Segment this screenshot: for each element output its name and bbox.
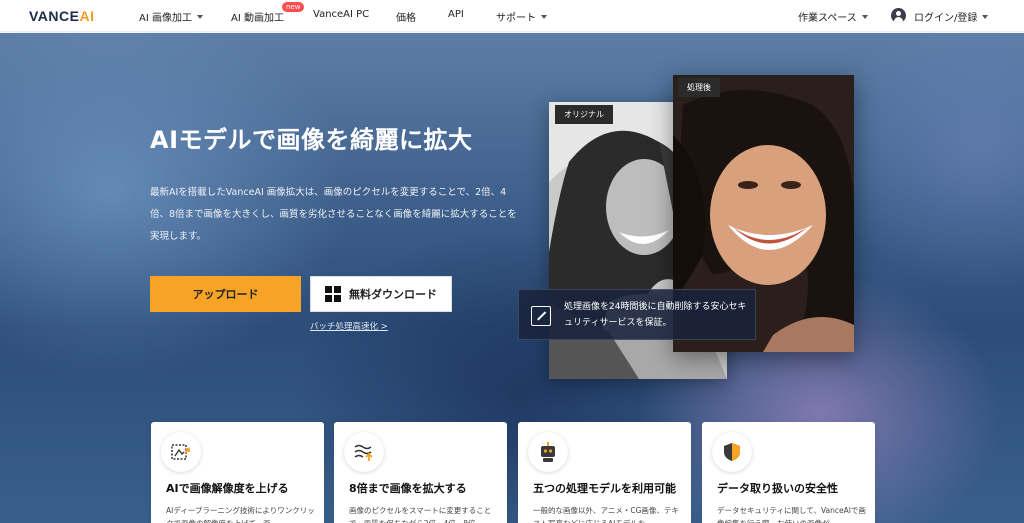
shield-icon — [712, 432, 752, 472]
nav-label: 作業スペース — [798, 13, 857, 24]
nav-item-workspace[interactable]: 作業スペース — [798, 9, 868, 24]
feature-desc: 一般的な画像以外、アニメ・CG画像、テキスト写真などに応じるAIモデルを — [533, 506, 679, 523]
feature-card-resolution[interactable]: AIで画像解像度を上げる AIディープラーニング技術によりワンクリックで画像の解… — [151, 422, 324, 523]
nav-label: サポート — [496, 13, 536, 24]
nav-item-vanceai-pc[interactable]: VanceAI PC — [313, 9, 369, 20]
feature-title: 8倍まで画像を拡大する — [349, 482, 467, 495]
nav-label: AI 動画加工 — [231, 13, 284, 24]
feature-desc: AIディープラーニング技術によりワンクリックで画像の解像度を上げて、画 — [166, 506, 315, 523]
original-tag: オリジナル — [555, 105, 613, 124]
nav-item-pricing[interactable]: 価格 — [396, 9, 416, 24]
logo-text: VANCE — [29, 8, 80, 24]
logo-ai-text: AI — [79, 8, 95, 24]
nav-item-image-editing[interactable]: AI 画像加工 — [139, 9, 203, 24]
nav-item-video-editing[interactable]: AI 動画加工 — [231, 9, 284, 24]
chevron-down-icon — [861, 15, 868, 19]
nav-label: API — [448, 9, 464, 20]
top-nav: VANCEAI AI 画像加工 AI 動画加工 new VanceAI PC 価… — [0, 0, 1024, 32]
hero-description: 最新AIを搭載したVanceAI 画像拡大は、画像のピクセルを変更することで、2… — [150, 187, 517, 242]
nav-label: VanceAI PC — [313, 9, 370, 20]
download-label: 無料ダウンロード — [349, 289, 437, 301]
security-text: 処理画像を24時間後に自動削除する安心セキュリティサービスを保証。 — [564, 302, 747, 328]
feature-card-upscale[interactable]: 8倍まで画像を拡大する 画像のピクセルをスマートに変更することで、画質を保ちなが… — [334, 422, 507, 523]
vanceai-logo[interactable]: VANCEAI — [29, 8, 94, 24]
batch-processing-link[interactable]: バッチ処理高速化 > — [310, 320, 388, 332]
chevron-down-icon — [982, 15, 989, 19]
nav-label: 価格 — [396, 13, 416, 24]
free-download-button[interactable]: 無料ダウンロード — [310, 276, 452, 312]
new-badge: new — [282, 2, 305, 12]
feature-title: データ取り扱いの安全性 — [717, 482, 838, 495]
feature-title: 五つの処理モデルを利用可能 — [533, 482, 676, 495]
nav-item-api[interactable]: API — [448, 9, 464, 20]
user-avatar-icon[interactable] — [891, 8, 906, 23]
upload-button[interactable]: アップロード — [150, 276, 301, 312]
robot-icon — [528, 432, 568, 472]
processed-tag: 処理後 — [678, 78, 720, 97]
security-notice: 処理画像を24時間後に自動削除する安心セキュリティサービスを保証。 — [518, 289, 756, 340]
feature-card-security[interactable]: データ取り扱いの安全性 データセキュリティに関して、VanceAIで画像編集を行… — [702, 422, 875, 523]
resolution-icon — [161, 432, 201, 472]
page-title: AIモデルで画像を綺麗に拡大 — [150, 126, 473, 154]
waves-up-icon — [344, 432, 384, 472]
windows-icon — [325, 286, 341, 302]
nav-item-login[interactable]: ログイン/登録 — [914, 9, 989, 24]
chevron-down-icon — [196, 15, 203, 19]
feature-card-models[interactable]: 五つの処理モデルを利用可能 一般的な画像以外、アニメ・CG画像、テキスト写真など… — [518, 422, 691, 523]
feature-desc: データセキュリティに関して、VanceAIで画像編集を行う際、お使いの画像が — [717, 506, 866, 523]
expand-arrow-icon — [531, 306, 551, 326]
nav-label: ログイン/登録 — [914, 13, 978, 24]
chevron-down-icon — [541, 15, 547, 19]
feature-desc: 画像のピクセルをスマートに変更することで、画質を保ちながら2倍、4倍、8倍 — [349, 506, 492, 523]
feature-title: AIで画像解像度を上げる — [166, 482, 289, 495]
nav-label: AI 画像加工 — [139, 13, 192, 24]
nav-item-support[interactable]: サポート — [496, 9, 547, 24]
